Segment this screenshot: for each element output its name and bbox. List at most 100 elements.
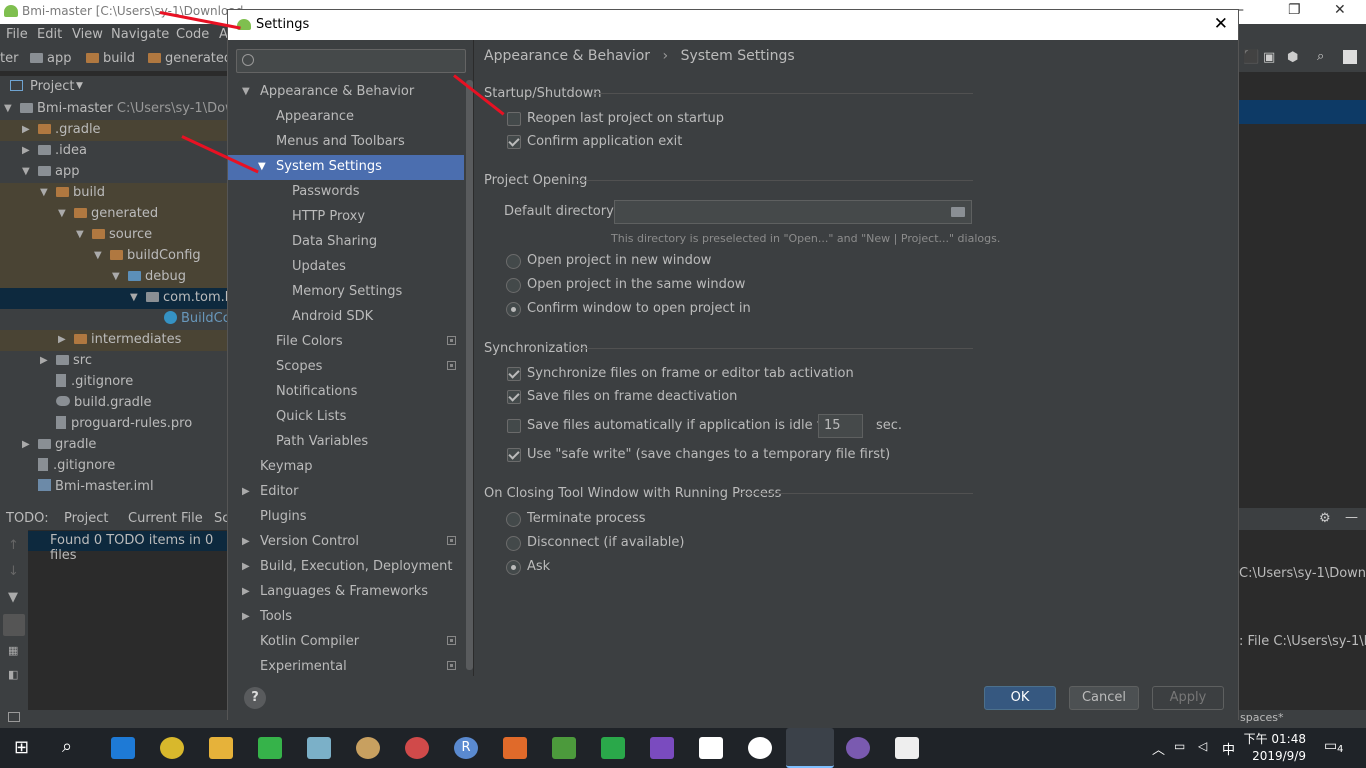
collapse-arrow-icon[interactable]: ▼ <box>242 86 250 97</box>
restore-icon[interactable]: ❐ <box>1288 2 1301 18</box>
expand-arrow-icon[interactable]: ▶ <box>242 486 250 497</box>
menu-view[interactable]: View <box>72 27 103 42</box>
settings-nav-item[interactable]: Plugins <box>228 505 464 530</box>
settings-nav-item[interactable]: HTTP Proxy <box>228 205 464 230</box>
ask-label[interactable]: Ask <box>527 559 550 574</box>
confirm-exit-checkbox[interactable] <box>507 135 521 149</box>
hide-icon[interactable]: — <box>1345 510 1358 525</box>
save-on-deactivation-label[interactable]: Save files on frame deactivation <box>527 389 737 404</box>
ie-icon[interactable] <box>111 737 135 759</box>
cancel-button[interactable]: Cancel <box>1069 686 1139 710</box>
tree-item[interactable]: ▶ .gradle <box>0 120 228 141</box>
chrome-icon[interactable] <box>160 737 184 759</box>
safe-write-label[interactable]: Use "safe write" (save changes to a temp… <box>527 447 890 462</box>
reopen-last-project-label[interactable]: Reopen last project on startup <box>527 111 724 126</box>
settings-nav-item[interactable]: ▶ Version Control <box>228 530 464 555</box>
debug-icon[interactable]: ⬛ <box>1243 50 1259 65</box>
app-icon[interactable] <box>405 737 429 759</box>
disconnect-radio[interactable] <box>506 536 521 551</box>
terminate-process-radio[interactable] <box>506 512 521 527</box>
sdk-manager-icon[interactable]: ⬢ <box>1287 50 1298 65</box>
nav-crumb-generated[interactable]: generated <box>148 51 232 66</box>
tray-expand-icon[interactable]: ︿ <box>1152 739 1165 758</box>
settings-nav-item[interactable]: ▶ Editor <box>228 480 464 505</box>
settings-nav-item[interactable]: ▶ Tools <box>228 605 464 630</box>
network-icon[interactable]: ▭ <box>1174 739 1185 753</box>
layout-icon[interactable]: ◧ <box>8 668 18 681</box>
reopen-last-project-checkbox[interactable] <box>507 112 521 126</box>
tree-item[interactable]: .gitignore <box>0 456 228 477</box>
profile-icon[interactable] <box>1343 50 1357 64</box>
open-new-window-label[interactable]: Open project in new window <box>527 253 711 268</box>
avd-manager-icon[interactable]: ▣ <box>1263 50 1275 65</box>
tree-item[interactable]: ▶ src <box>0 351 228 372</box>
settings-nav-item[interactable]: Android SDK <box>228 305 464 330</box>
crumb-parent[interactable]: Appearance & Behavior <box>484 48 650 64</box>
tree-item[interactable]: ▼ app <box>0 162 228 183</box>
preview-toggle-icon[interactable] <box>3 614 25 636</box>
ok-button[interactable]: OK <box>984 686 1056 710</box>
tree-item[interactable]: ▶ intermediates <box>0 330 228 351</box>
terminate-process-label[interactable]: Terminate process <box>527 511 646 526</box>
search-everywhere-icon[interactable]: ⌕ <box>1317 49 1324 64</box>
file-explorer-icon[interactable] <box>209 737 233 759</box>
open-same-window-label[interactable]: Open project in the same window <box>527 277 745 292</box>
open-new-window-radio[interactable] <box>506 254 521 269</box>
help-button[interactable]: ? <box>244 687 266 709</box>
app-icon[interactable] <box>846 737 870 759</box>
android-studio-taskbar-icon[interactable] <box>786 728 834 768</box>
nav-crumb-0[interactable]: ter <box>0 51 18 66</box>
group-icon[interactable]: ▦ <box>8 644 18 657</box>
save-idle-label[interactable]: Save files automatically if application … <box>527 418 835 433</box>
app-icon[interactable] <box>307 737 331 759</box>
tool-window-toggle-icon[interactable] <box>8 712 20 722</box>
settings-search-input[interactable] <box>236 49 466 73</box>
volume-icon[interactable]: ◁ <box>1198 739 1207 753</box>
up-arrow-icon[interactable]: ↑ <box>8 538 19 553</box>
tree-item[interactable]: Bmi-master.iml <box>0 477 228 498</box>
settings-nav-item[interactable]: Scopes <box>228 355 464 380</box>
chart-app-icon[interactable] <box>552 737 576 759</box>
open-same-window-radio[interactable] <box>506 278 521 293</box>
safe-write-checkbox[interactable] <box>507 448 521 462</box>
settings-nav-item[interactable]: ▼ Appearance & Behavior <box>228 80 464 105</box>
tree-item[interactable]: ▼ source <box>0 225 228 246</box>
calculator-icon[interactable] <box>699 737 723 759</box>
save-on-deactivation-checkbox[interactable] <box>507 390 521 404</box>
settings-nav-item[interactable]: Menus and Toolbars <box>228 130 464 155</box>
visual-studio-icon[interactable] <box>650 737 674 759</box>
tree-item[interactable]: BuildCo <box>0 309 228 330</box>
taskbar-clock[interactable]: 下午 01:48 2019/9/9 <box>1240 731 1306 765</box>
tree-item[interactable]: ▶ .idea <box>0 141 228 162</box>
close-icon[interactable]: ✕ <box>1214 14 1228 34</box>
settings-nav-item[interactable]: Passwords <box>228 180 464 205</box>
menu-file[interactable]: File <box>6 27 28 42</box>
sync-on-activation-checkbox[interactable] <box>507 367 521 381</box>
settings-nav-item[interactable]: Notifications <box>228 380 464 405</box>
down-arrow-icon[interactable]: ↓ <box>8 564 19 579</box>
todo-tab-current-file[interactable]: Current File <box>128 511 203 526</box>
expand-arrow-icon[interactable]: ▶ <box>242 561 250 572</box>
tree-item[interactable]: .gitignore <box>0 372 228 393</box>
confirm-exit-label[interactable]: Confirm application exit <box>527 134 682 149</box>
indent-status[interactable]: spaces* <box>1240 711 1284 724</box>
settings-nav-item[interactable]: Data Sharing <box>228 230 464 255</box>
close-window-icon[interactable]: ✕ <box>1334 2 1346 18</box>
browse-folder-icon[interactable] <box>951 207 965 217</box>
tree-item[interactable]: build.gradle <box>0 393 228 414</box>
tree-item[interactable]: ▼ debug <box>0 267 228 288</box>
settings-nav-item[interactable]: Kotlin Compiler <box>228 630 464 655</box>
settings-nav-item[interactable]: Updates <box>228 255 464 280</box>
idle-seconds-input[interactable]: 15 <box>818 414 863 438</box>
r-app-icon[interactable]: R <box>454 737 478 759</box>
menu-edit[interactable]: Edit <box>37 27 62 42</box>
tree-item[interactable]: ▼Bmi-master C:\Users\sy-1\Downl <box>0 99 228 120</box>
disconnect-label[interactable]: Disconnect (if available) <box>527 535 685 550</box>
menu-code[interactable]: Code <box>176 27 209 42</box>
settings-nav-item[interactable]: ▶ Languages & Frameworks <box>228 580 464 605</box>
tree-item[interactable]: proguard-rules.pro <box>0 414 228 435</box>
settings-nav-item[interactable]: ▼ System Settings <box>228 155 464 180</box>
apply-button[interactable]: Apply <box>1152 686 1224 710</box>
confirm-window-label[interactable]: Confirm window to open project in <box>527 301 751 316</box>
collapse-arrow-icon[interactable]: ▼ <box>258 161 266 172</box>
